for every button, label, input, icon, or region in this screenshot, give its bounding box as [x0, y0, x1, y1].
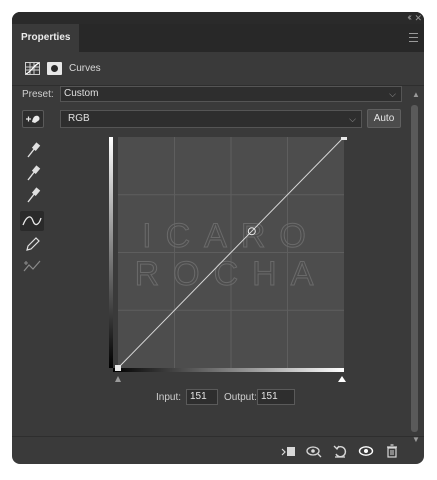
smooth-tool[interactable] [20, 256, 44, 276]
black-point-eyedropper-icon [27, 142, 41, 158]
channel-value: RGB [68, 113, 90, 124]
white-point-slider[interactable] [338, 376, 346, 382]
pencil-tool[interactable] [20, 233, 44, 253]
tab-properties[interactable]: Properties [12, 24, 80, 52]
visibility-icon[interactable] [358, 443, 374, 459]
scroll-up-icon[interactable]: ▲ [412, 90, 420, 99]
white-point-eyedropper[interactable] [20, 185, 44, 205]
smooth-icon [23, 260, 41, 272]
preset-value: Custom [64, 88, 99, 99]
preset-dropdown[interactable]: Custom ⌵ [60, 86, 402, 102]
output-field[interactable]: 151 [257, 389, 295, 405]
close-icon[interactable]: ✕ [414, 12, 422, 24]
chevron-down-icon: ⌵ [389, 89, 396, 99]
adjustment-title: Curves [69, 63, 101, 74]
watermark-line-1: ICARO [142, 217, 320, 255]
watermark-line-2: ROCHA [135, 255, 328, 293]
curve-points-icon [22, 216, 42, 226]
input-field[interactable]: 151 [186, 389, 218, 405]
pencil-icon [26, 237, 40, 251]
curve-points-tool[interactable] [20, 211, 44, 231]
panel-top-strip: ‹‹ ✕ [12, 12, 424, 24]
scrollbar-thumb[interactable] [411, 105, 418, 432]
black-point-eyedropper[interactable] [20, 140, 44, 160]
black-point-slider[interactable] [115, 376, 121, 382]
curve-control-point[interactable] [115, 365, 121, 371]
chevron-down-icon: ⌵ [349, 114, 356, 124]
properties-panel: ‹‹ ✕ Properties Curves Preset: Custom ⌵ [12, 12, 424, 464]
output-gradient-bar [109, 137, 113, 368]
input-label: Input: [156, 392, 182, 403]
auto-button[interactable]: Auto [367, 109, 401, 128]
delete-icon[interactable] [384, 443, 400, 459]
adjustment-header: Curves [12, 52, 424, 86]
white-point-eyedropper-icon [27, 187, 41, 203]
curves-graph[interactable]: ICARO ROCHA [109, 137, 349, 387]
preset-label: Preset: [22, 89, 54, 100]
panel-footer [12, 436, 424, 464]
input-gradient-bar [113, 368, 344, 372]
panel-menu-icon[interactable] [409, 33, 418, 42]
watermark: ICARO ROCHA [134, 217, 328, 294]
curve-control-point[interactable] [341, 137, 347, 140]
tab-bar: Properties [12, 24, 424, 52]
view-previous-icon[interactable] [306, 443, 322, 459]
reset-icon[interactable] [332, 443, 348, 459]
layer-mask-icon[interactable] [47, 62, 62, 75]
output-label: Output: [224, 392, 257, 403]
clip-to-layer-icon[interactable] [280, 443, 296, 459]
gray-point-eyedropper[interactable] [20, 163, 44, 183]
gray-point-eyedropper-icon [27, 165, 41, 181]
curves-adjustment-icon[interactable] [25, 62, 40, 75]
collapse-icon[interactable]: ‹‹ [407, 12, 411, 24]
target-adjust-tool[interactable] [22, 110, 44, 128]
target-adjust-icon [26, 115, 40, 123]
channel-dropdown[interactable]: RGB ⌵ [60, 110, 362, 128]
